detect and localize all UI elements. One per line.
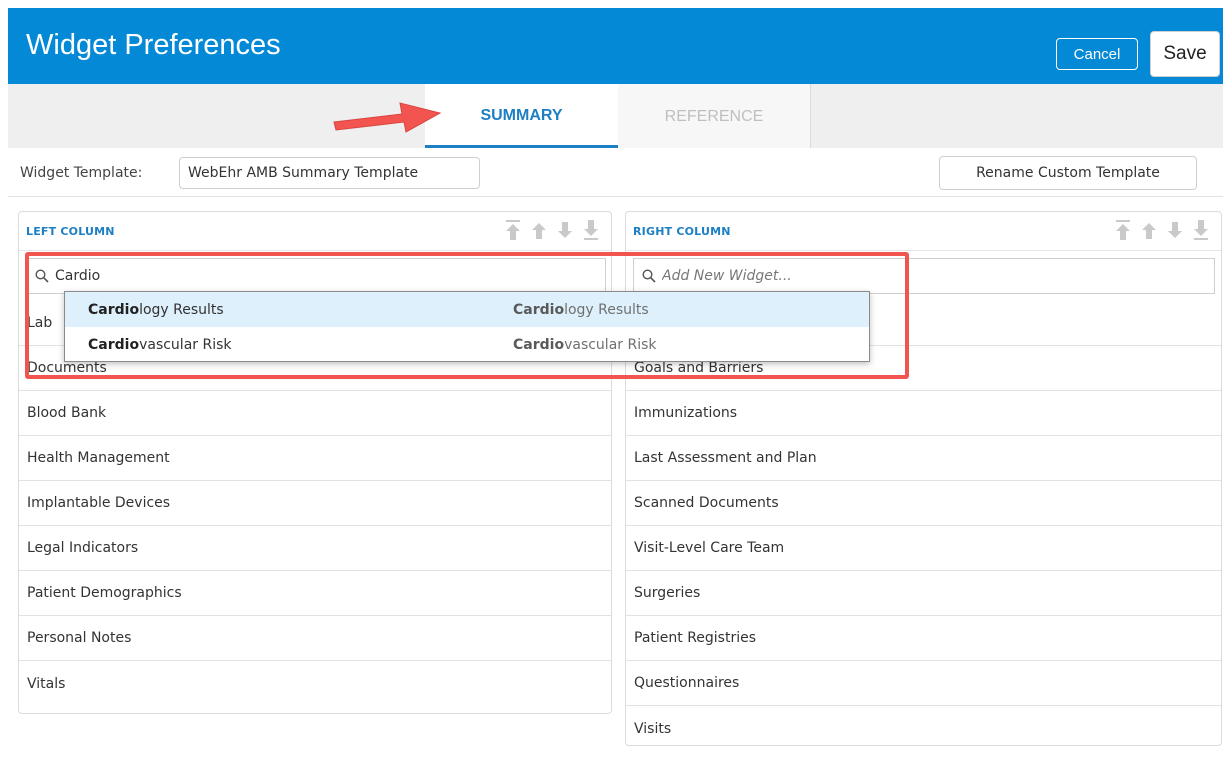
list-item[interactable]: Vitals <box>19 661 611 706</box>
section-divider <box>8 196 1223 197</box>
left-search-input[interactable] <box>55 259 595 293</box>
list-item[interactable]: Health Management <box>19 436 611 481</box>
list-item[interactable]: Personal Notes <box>19 616 611 661</box>
autocomplete-option-description: Cardiology Results <box>513 301 649 318</box>
move-up-icon[interactable] <box>531 219 547 241</box>
list-item[interactable]: Blood Bank <box>19 391 611 436</box>
list-item[interactable]: Visit-Level Care Team <box>626 526 1221 571</box>
autocomplete-option-cardiology-results[interactable]: Cardiology Results Cardiology Results <box>65 292 869 327</box>
list-item[interactable]: Surgeries <box>626 571 1221 616</box>
list-item[interactable]: Questionnaires <box>626 661 1221 706</box>
move-down-icon[interactable] <box>557 219 573 241</box>
right-column-header: RIGHT COLUMN <box>626 212 1221 251</box>
autocomplete-option-name: Cardiology Results <box>88 301 224 318</box>
widget-template-label: Widget Template: <box>20 165 143 181</box>
move-to-bottom-icon[interactable] <box>583 219 599 241</box>
list-item[interactable]: Implantable Devices <box>19 481 611 526</box>
search-icon <box>642 269 656 283</box>
move-up-icon[interactable] <box>1141 219 1157 241</box>
move-to-bottom-icon[interactable] <box>1193 219 1209 241</box>
move-to-top-icon[interactable] <box>1115 219 1131 241</box>
cancel-button[interactable]: Cancel <box>1056 38 1138 70</box>
list-item[interactable]: Immunizations <box>626 391 1221 436</box>
autocomplete-option-description: Cardiovascular Risk <box>513 336 657 353</box>
right-search-field[interactable] <box>633 258 1215 294</box>
widget-template-input[interactable] <box>179 157 480 189</box>
app-header: Widget Preferences Cancel Save <box>8 8 1223 84</box>
save-button[interactable]: Save <box>1150 31 1220 77</box>
list-item[interactable]: Visits <box>626 706 1221 751</box>
rename-custom-template-button[interactable]: Rename Custom Template <box>939 156 1197 190</box>
list-item[interactable]: Patient Registries <box>626 616 1221 661</box>
list-item[interactable]: Last Assessment and Plan <box>626 436 1221 481</box>
autocomplete-dropdown: Cardiology Results Cardiology Results Ca… <box>64 291 870 362</box>
list-item[interactable]: Legal Indicators <box>19 526 611 571</box>
list-item[interactable]: Patient Demographics <box>19 571 611 616</box>
red-arrow-icon <box>333 102 442 133</box>
left-reorder-controls <box>505 219 599 241</box>
autocomplete-option-cardiovascular-risk[interactable]: Cardiovascular Risk Cardiovascular Risk <box>65 327 869 362</box>
right-widget-list: Goals and Barriers Immunizations Last As… <box>626 301 1221 751</box>
move-to-top-icon[interactable] <box>505 219 521 241</box>
tab-bar: SUMMARY REFERENCE <box>8 84 1223 148</box>
tab-summary[interactable]: SUMMARY <box>425 84 618 148</box>
right-reorder-controls <box>1115 219 1209 241</box>
autocomplete-option-name: Cardiovascular Risk <box>88 336 232 353</box>
move-down-icon[interactable] <box>1167 219 1183 241</box>
tab-reference[interactable]: REFERENCE <box>618 84 811 148</box>
add-new-widget-input[interactable] <box>662 259 1202 293</box>
left-search-field[interactable] <box>26 258 606 294</box>
search-icon <box>35 269 49 283</box>
left-column-panel: LEFT COLUMN Lab Documents Blood Bank Hea… <box>18 211 612 714</box>
left-column-header: LEFT COLUMN <box>19 212 611 251</box>
list-item[interactable]: Scanned Documents <box>626 481 1221 526</box>
left-column-title: LEFT COLUMN <box>26 225 115 238</box>
right-column-title: RIGHT COLUMN <box>633 225 731 238</box>
page-title: Widget Preferences <box>26 29 281 61</box>
